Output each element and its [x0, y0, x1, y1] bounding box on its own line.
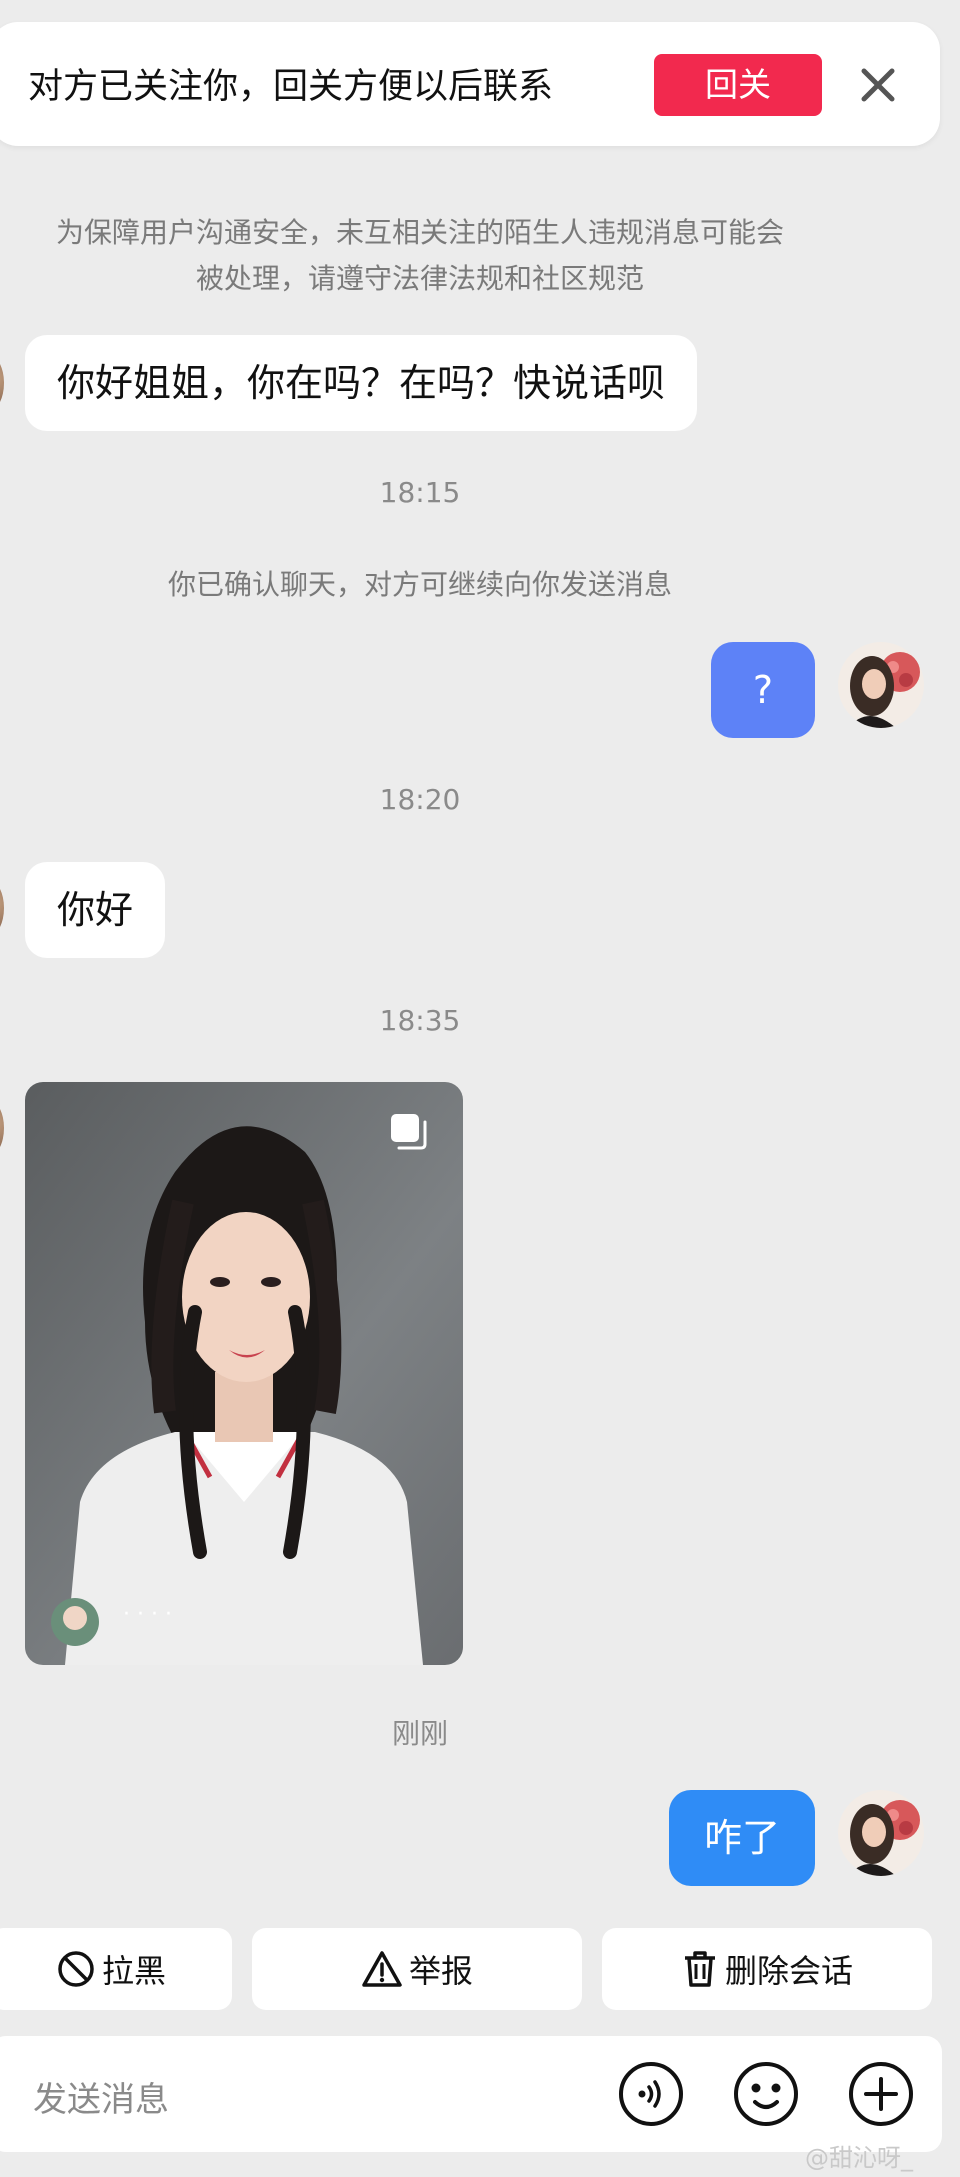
my-avatar-image: [838, 1790, 924, 1876]
other-avatar[interactable]: [0, 880, 4, 936]
block-button[interactable]: 拉黑: [0, 1928, 232, 2010]
my-avatar[interactable]: [838, 1790, 924, 1876]
plus-icon[interactable]: [848, 2061, 914, 2127]
incoming-message[interactable]: 你好: [25, 862, 166, 958]
portrait-photo: [25, 1082, 463, 1665]
timestamp: 18:35: [379, 1004, 461, 1037]
close-icon[interactable]: [855, 62, 901, 108]
safety-notice-line1: 为保障用户沟通安全，未互相关注的陌生人违规消息可能会: [55, 216, 784, 249]
system-message: 你已确认聊天，对方可继续向你发送消息: [167, 568, 672, 601]
warning-icon: [362, 1951, 402, 1987]
emoji-icon[interactable]: [733, 2061, 799, 2127]
safety-notice-line2: 被处理，请遵守法律法规和社区规范: [195, 262, 644, 295]
voice-icon[interactable]: [618, 2061, 684, 2127]
photo-caption: · · · ·: [123, 1602, 172, 1627]
safety-notice: 为保障用户沟通安全，未互相关注的陌生人违规消息可能会 被处理，请遵守法律法规和社…: [0, 210, 840, 302]
timestamp: 18:20: [379, 783, 461, 816]
delete-chat-label: 删除会话: [724, 1952, 853, 1990]
report-label: 举报: [408, 1952, 473, 1990]
watermark: @甜沁呀_: [805, 2144, 913, 2172]
multi-photo-icon: [391, 1114, 427, 1150]
block-label: 拉黑: [101, 1952, 166, 1990]
timestamp: 18:15: [379, 476, 461, 509]
outgoing-message[interactable]: 咋了: [669, 1790, 815, 1886]
other-avatar[interactable]: [0, 1100, 4, 1156]
block-icon: [58, 1951, 94, 1987]
timestamp: 刚刚: [391, 1717, 448, 1750]
my-avatar-image: [838, 642, 924, 728]
message-input[interactable]: 发送消息: [33, 2072, 169, 2121]
incoming-message[interactable]: 你好姐姐，你在吗？在吗？快说话呗: [25, 335, 698, 431]
report-button[interactable]: 举报: [252, 1928, 582, 2010]
outgoing-message[interactable]: ?: [711, 642, 815, 738]
follow-back-button[interactable]: 回关: [654, 54, 822, 116]
trash-icon: [684, 1951, 715, 1987]
delete-chat-button[interactable]: 删除会话: [602, 1928, 932, 2010]
my-avatar[interactable]: [838, 642, 924, 728]
other-avatar[interactable]: [0, 355, 4, 411]
banner-text: 对方已关注你，回关方便以后联系: [28, 67, 554, 107]
shared-photo-card[interactable]: · · · ·: [25, 1082, 463, 1665]
